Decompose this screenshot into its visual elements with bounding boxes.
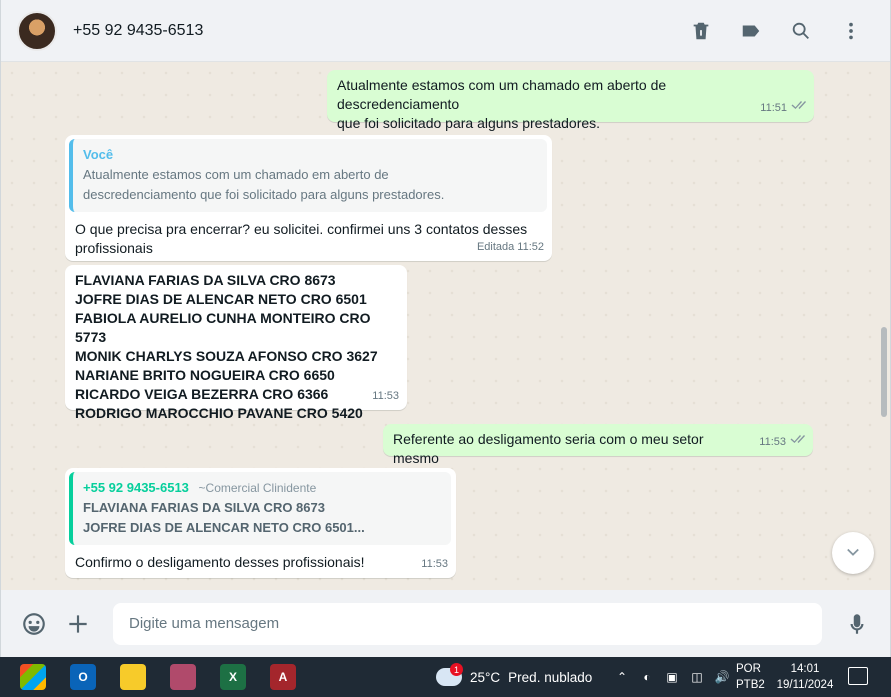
list-item: RICARDO VEIGA BEZERRA CRO 6366 — [75, 386, 329, 402]
chevron-down-icon — [847, 548, 859, 556]
message-time: 11:52 — [517, 241, 544, 253]
emoji-icon[interactable] — [17, 607, 51, 641]
list-item: RODRIGO MAROCCHIO PAVANE CRO 5420 — [75, 405, 363, 421]
wifi-icon[interactable]: ◫ — [689, 669, 705, 685]
message-text-line: O que precisa pra encerrar? eu solicitei… — [75, 221, 528, 237]
message-outgoing[interactable]: Referente ao desligamento seria com o me… — [383, 424, 813, 466]
access-icon[interactable]: A — [270, 664, 296, 690]
quoted-message[interactable]: Você Atualmente estamos com um chamado e… — [69, 139, 547, 212]
list-item: NARIANE BRITO NOGUEIRA CRO 6650 — [75, 367, 335, 383]
chat-header: +55 92 9435-6513 — [1, 0, 890, 62]
attach-plus-icon[interactable] — [61, 607, 95, 641]
quote-author: Você — [83, 147, 114, 162]
list-item: JOFRE DIAS DE ALENCAR NETO CRO 6501 — [75, 291, 367, 307]
message-meta: 11:53 — [421, 555, 448, 574]
chat-scrollbar[interactable] — [881, 327, 887, 417]
list-item: MONIK CHARLYS SOUZA AFONSO CRO 3627 — [75, 348, 378, 364]
message-time: 11:53 — [372, 390, 399, 402]
message-list[interactable]: Atualmente estamos com um chamado em abe… — [1, 62, 890, 590]
professional-list: FLAVIANA FARIAS DA SILVA CRO 8673 JOFRE … — [75, 271, 398, 423]
message-text: Confirmo o desligamento desses profissio… — [75, 554, 365, 570]
quote-text-line: Atualmente estamos com um chamado em abe… — [83, 167, 389, 182]
quote-text-line: JOFRE DIAS DE ALENCAR NETO CRO 6501... — [83, 520, 365, 535]
security-icon[interactable]: ▣ — [664, 669, 680, 685]
scroll-to-bottom-button[interactable] — [832, 532, 874, 574]
message-incoming[interactable]: FLAVIANA FARIAS DA SILVA CRO 8673 JOFRE … — [65, 265, 407, 421]
header-actions — [686, 16, 866, 46]
windows-taskbar: O X A 25°C Pred. nublado 1 ⌃ ◐ ▣ ◫ 🔊 POR… — [0, 657, 891, 697]
label-icon[interactable] — [736, 16, 766, 46]
language-code: POR — [736, 663, 761, 675]
message-time: 11:51 — [760, 102, 787, 114]
contact-avatar[interactable] — [17, 10, 57, 51]
message-text: Referente ao desligamento seria com o me… — [393, 431, 704, 466]
message-meta: Editada 11:52 — [477, 238, 544, 257]
message-incoming[interactable]: Você Atualmente estamos com um chamado e… — [65, 135, 552, 261]
contact-name[interactable]: +55 92 9435-6513 — [73, 22, 686, 40]
list-item: FABIOLA AURELIO CUNHA MONTEIRO CRO 5773 — [75, 310, 371, 345]
message-outgoing[interactable]: Atualmente estamos com um chamado em abe… — [327, 70, 814, 131]
keyboard-layout: PTB2 — [736, 679, 765, 691]
language-indicator[interactable]: POR PTB2 — [736, 661, 765, 693]
delete-icon[interactable] — [686, 16, 716, 46]
chevron-up-icon[interactable]: ⌃ — [614, 669, 630, 685]
system-tray: ⌃ ◐ ▣ ◫ 🔊 — [614, 657, 730, 697]
notification-icon[interactable] — [848, 667, 868, 685]
message-meta: 11:53 — [759, 433, 805, 452]
network-status-icon[interactable]: ◐ — [639, 669, 655, 685]
weather-description: Pred. nublado — [508, 669, 593, 685]
snipping-tool-icon[interactable] — [170, 664, 196, 690]
quote-author: +55 92 9435-6513 — [83, 480, 189, 495]
system-clock[interactable]: 14:01 19/11/2024 — [774, 661, 836, 693]
message-time: 11:53 — [421, 558, 448, 570]
clock-time: 14:01 — [790, 663, 820, 675]
clock-date: 19/11/2024 — [776, 679, 834, 691]
message-composer — [1, 590, 890, 657]
message-text-line: que foi solicitado para alguns prestador… — [337, 115, 601, 131]
quoted-message[interactable]: +55 92 9435-6513 ~Comercial Clinidente F… — [69, 472, 451, 545]
outlook-icon[interactable]: O — [70, 664, 96, 690]
microphone-icon[interactable] — [840, 607, 874, 641]
weather-temperature: 25°C — [470, 669, 501, 685]
excel-icon[interactable]: X — [220, 664, 246, 690]
volume-icon[interactable]: 🔊 — [714, 669, 730, 685]
quote-text-line: descredenciamento que foi solicitado par… — [83, 187, 445, 202]
message-text-line: Atualmente estamos com um chamado em abe… — [337, 77, 667, 112]
message-incoming[interactable]: +55 92 9435-6513 ~Comercial Clinidente F… — [65, 468, 456, 578]
menu-icon[interactable] — [836, 16, 866, 46]
whatsapp-window: +55 92 9435-6513 Atualmente estamos com … — [0, 0, 891, 657]
double-check-icon — [789, 433, 805, 452]
double-check-icon — [790, 99, 806, 118]
list-item: FLAVIANA FARIAS DA SILVA CRO 8673 — [75, 272, 336, 288]
search-icon[interactable] — [786, 16, 816, 46]
quote-author-name: ~Comercial Clinidente — [198, 481, 317, 495]
message-time: 11:53 — [759, 436, 786, 448]
quote-text-line: FLAVIANA FARIAS DA SILVA CRO 8673 — [83, 500, 325, 515]
message-input[interactable] — [113, 602, 822, 645]
start-icon[interactable] — [20, 664, 46, 690]
weather-badge: 1 — [450, 663, 463, 676]
message-text-line: profissionais — [75, 240, 153, 256]
message-meta: 11:53 — [372, 387, 399, 406]
message-meta: 11:51 — [760, 99, 806, 118]
edited-label: Editada — [476, 241, 515, 253]
sticky-notes-icon[interactable] — [120, 664, 146, 690]
